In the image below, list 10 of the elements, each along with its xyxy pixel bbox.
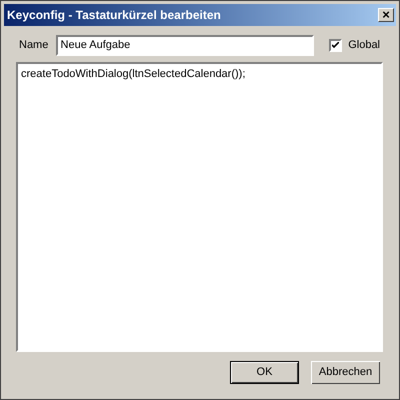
dialog-button[interactable]: Abbrechen <box>311 361 380 384</box>
window-title: Keyconfig - Tastaturkürzel bearbeiten <box>7 7 221 24</box>
code-editor[interactable]: createTodoWithDialog(ltnSelectedCalendar()); <box>16 62 383 352</box>
name-label: Name <box>19 38 50 53</box>
global-label: Global <box>348 38 380 53</box>
dialog-button[interactable]: OK <box>230 361 299 384</box>
checkbox[interactable] <box>329 38 342 52</box>
name-field[interactable]: Neue Aufgabe <box>56 34 314 56</box>
close-button[interactable]: × <box>378 8 394 22</box>
checkmark-icon <box>332 42 340 48</box>
